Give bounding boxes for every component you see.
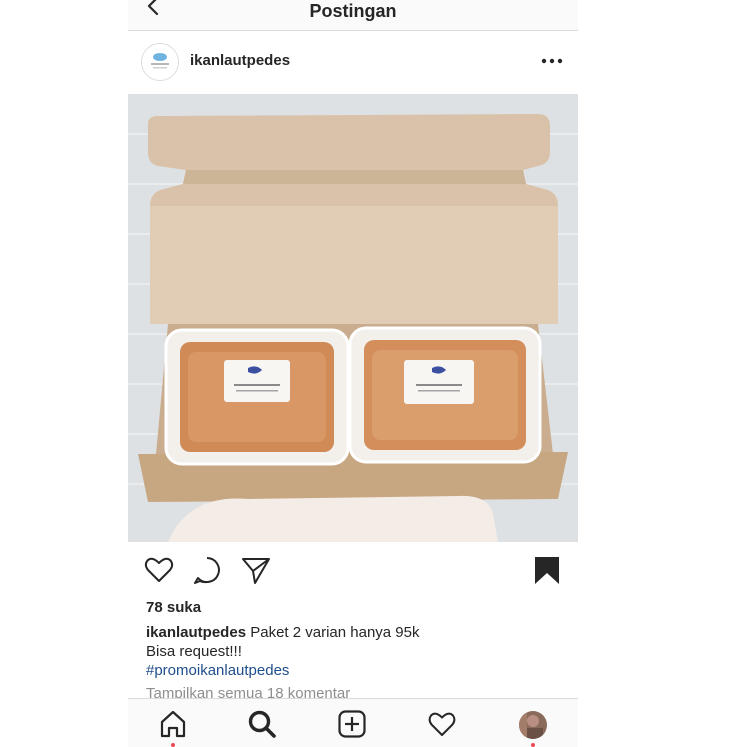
caption-text-line2: Bisa request!!!: [146, 643, 242, 660]
avatar[interactable]: [141, 43, 179, 81]
caption-username[interactable]: ikanlautpedes: [146, 624, 246, 641]
page-title: Postingan: [309, 1, 397, 21]
bottom-nav: [128, 698, 578, 747]
like-count[interactable]: 78 suka: [146, 599, 201, 616]
hashtag-link[interactable]: #promoikanlautpedes: [146, 661, 566, 680]
comment-icon[interactable]: [191, 554, 223, 586]
post-screen: Postingan ikanlautpedes 78 suka ikanlaut…: [128, 0, 578, 747]
activity-heart-icon[interactable]: [427, 709, 457, 739]
more-horizontal-icon[interactable]: [540, 53, 564, 69]
send-icon[interactable]: [240, 554, 272, 586]
add-post-icon[interactable]: [337, 709, 367, 739]
bookmark-icon[interactable]: [531, 554, 563, 586]
profile-notification-dot: [531, 743, 535, 747]
top-bar: Postingan: [128, 0, 578, 31]
caption: ikanlautpedes Paket 2 varian hanya 95k B…: [146, 623, 566, 680]
search-icon[interactable]: [247, 709, 277, 739]
profile-avatar-icon[interactable]: [519, 711, 547, 739]
action-bar: [128, 550, 578, 590]
caption-text-line1: Paket 2 varian hanya 95k: [250, 624, 420, 641]
post-photo[interactable]: [128, 94, 578, 542]
heart-icon[interactable]: [143, 554, 175, 586]
post-header: ikanlautpedes: [128, 31, 578, 93]
username[interactable]: ikanlautpedes: [190, 52, 290, 69]
home-notification-dot: [171, 743, 175, 747]
home-icon[interactable]: [158, 709, 188, 739]
